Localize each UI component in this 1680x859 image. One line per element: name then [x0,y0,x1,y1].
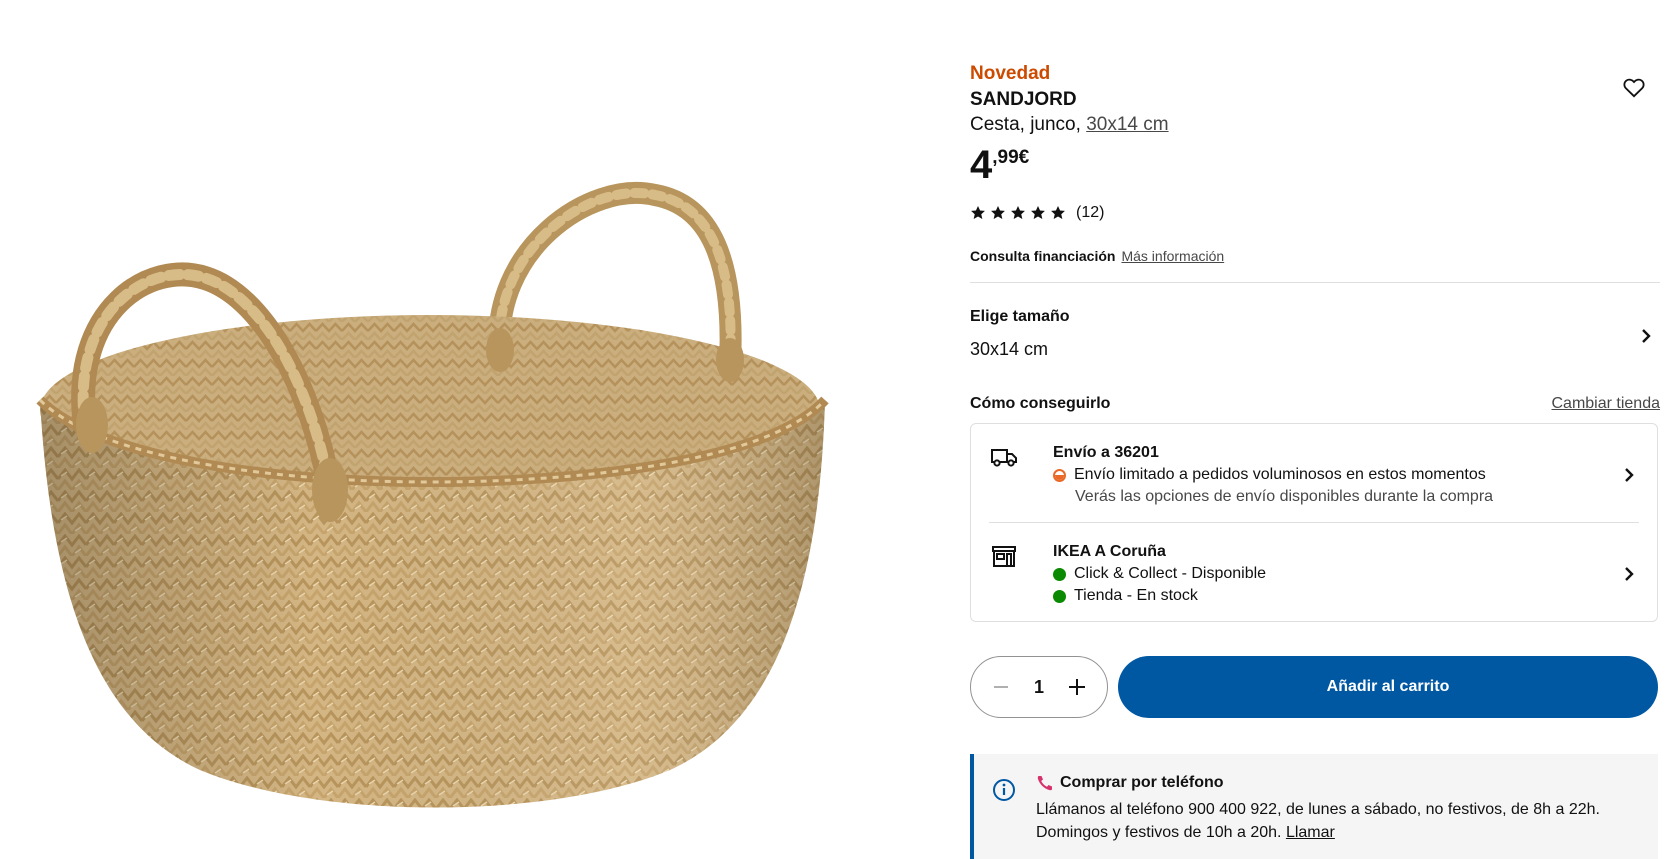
available-status-icon [1053,567,1066,581]
phone-icon [1037,776,1052,791]
delivery-status-text: Envío limitado a pedidos voluminosos en … [1074,466,1486,483]
quantity-value[interactable]: 1 [1034,677,1044,698]
call-link[interactable]: Llamar [1286,824,1335,841]
chevron-right-icon [1625,567,1634,581]
increase-quantity-button[interactable] [1065,675,1089,699]
quantity-stepper: 1 [970,656,1108,718]
add-to-cart-button[interactable]: Añadir al carrito [1118,656,1658,718]
product-rating[interactable]: (12) [970,204,1660,222]
delivery-text: Envío a 36201 Envío limitado a pedidos v… [1053,442,1493,508]
phone-order-title: Comprar por teléfono [1060,774,1224,791]
limited-status-icon [1053,468,1066,482]
store-icon [992,546,1016,567]
availability-box: Envío a 36201 Envío limitado a pedidos v… [970,423,1658,622]
chevron-right-icon [1642,329,1651,343]
rating-stars [970,205,1066,221]
truck-icon [991,449,1017,467]
price-integer: 4 [970,143,993,187]
new-badge: Novedad [970,63,1051,84]
size-value: 30x14 cm [970,339,1049,359]
financing-label: Consulta financiación [970,248,1116,264]
favourite-button[interactable] [1620,74,1648,102]
star-icon [971,206,985,219]
product-description: Cesta, junco, 30x14 cm [970,112,1660,138]
financing-more-info-link[interactable]: Más información [1121,248,1224,264]
how-to-get-header: Cómo conseguirlo Cambiar tienda [970,395,1660,413]
product-image[interactable] [30,160,890,850]
store-title: IKEA A Coruña [1053,543,1166,560]
store-option[interactable]: IKEA A Coruña Click & Collect - Disponib… [989,522,1639,621]
purchase-row: 1 Añadir al carrito [970,656,1660,718]
phone-order-notice: Comprar por teléfono Llámanos al teléfon… [970,754,1658,859]
delivery-status: Envío limitado a pedidos voluminosos en … [1053,464,1493,486]
click-collect-status: Click & Collect - Disponible [1053,563,1266,585]
product-type: Cesta, junco, [970,114,1081,135]
decrease-quantity-button[interactable] [989,675,1013,699]
star-icon [991,206,1005,219]
delivery-note: Verás las opciones de envío disponibles … [1075,488,1494,505]
size-label: Elige tamaño [970,308,1070,325]
info-icon [993,779,1015,801]
financing-row: Consulta financiación Más información [970,248,1660,264]
phone-order-title-row: Comprar por teléfono [1036,772,1638,794]
in-stock-status-icon [1053,589,1066,603]
product-info: Novedad SANDJORD Cesta, junco, 30x14 cm … [970,62,1660,859]
phone-order-description: Llámanos al teléfono 900 400 922, de lun… [1036,798,1638,844]
product-name: SANDJORD [970,89,1077,110]
phone-order-text: Comprar por teléfono Llámanos al teléfon… [1036,772,1638,854]
rating-count: (12) [1076,204,1105,221]
star-icon [1031,206,1045,219]
in-store-text: Tienda - En stock [1074,587,1198,604]
change-store-link[interactable]: Cambiar tienda [1552,395,1661,413]
product-size-link[interactable]: 30x14 cm [1086,114,1168,135]
chevron-right-icon [1625,468,1634,482]
price-decimal: ,99€ [992,147,1030,168]
in-store-status: Tienda - En stock [1053,585,1266,607]
click-collect-text: Click & Collect - Disponible [1074,565,1267,582]
wicker-basket-image [36,182,829,808]
product-price: 4 ,99€ [970,144,1660,186]
plus-icon [1068,679,1085,695]
star-icon [1011,206,1025,219]
heart-icon [1623,78,1645,98]
size-selector[interactable]: Elige tamaño 30x14 cm [970,307,1660,367]
how-to-get-title: Cómo conseguirlo [970,395,1111,412]
delivery-option[interactable]: Envío a 36201 Envío limitado a pedidos v… [971,424,1657,522]
minus-icon [994,686,1008,688]
divider [970,282,1660,283]
star-icon [1051,206,1065,219]
store-text: IKEA A Coruña Click & Collect - Disponib… [1053,541,1266,607]
delivery-title: Envío a 36201 [1053,444,1159,461]
